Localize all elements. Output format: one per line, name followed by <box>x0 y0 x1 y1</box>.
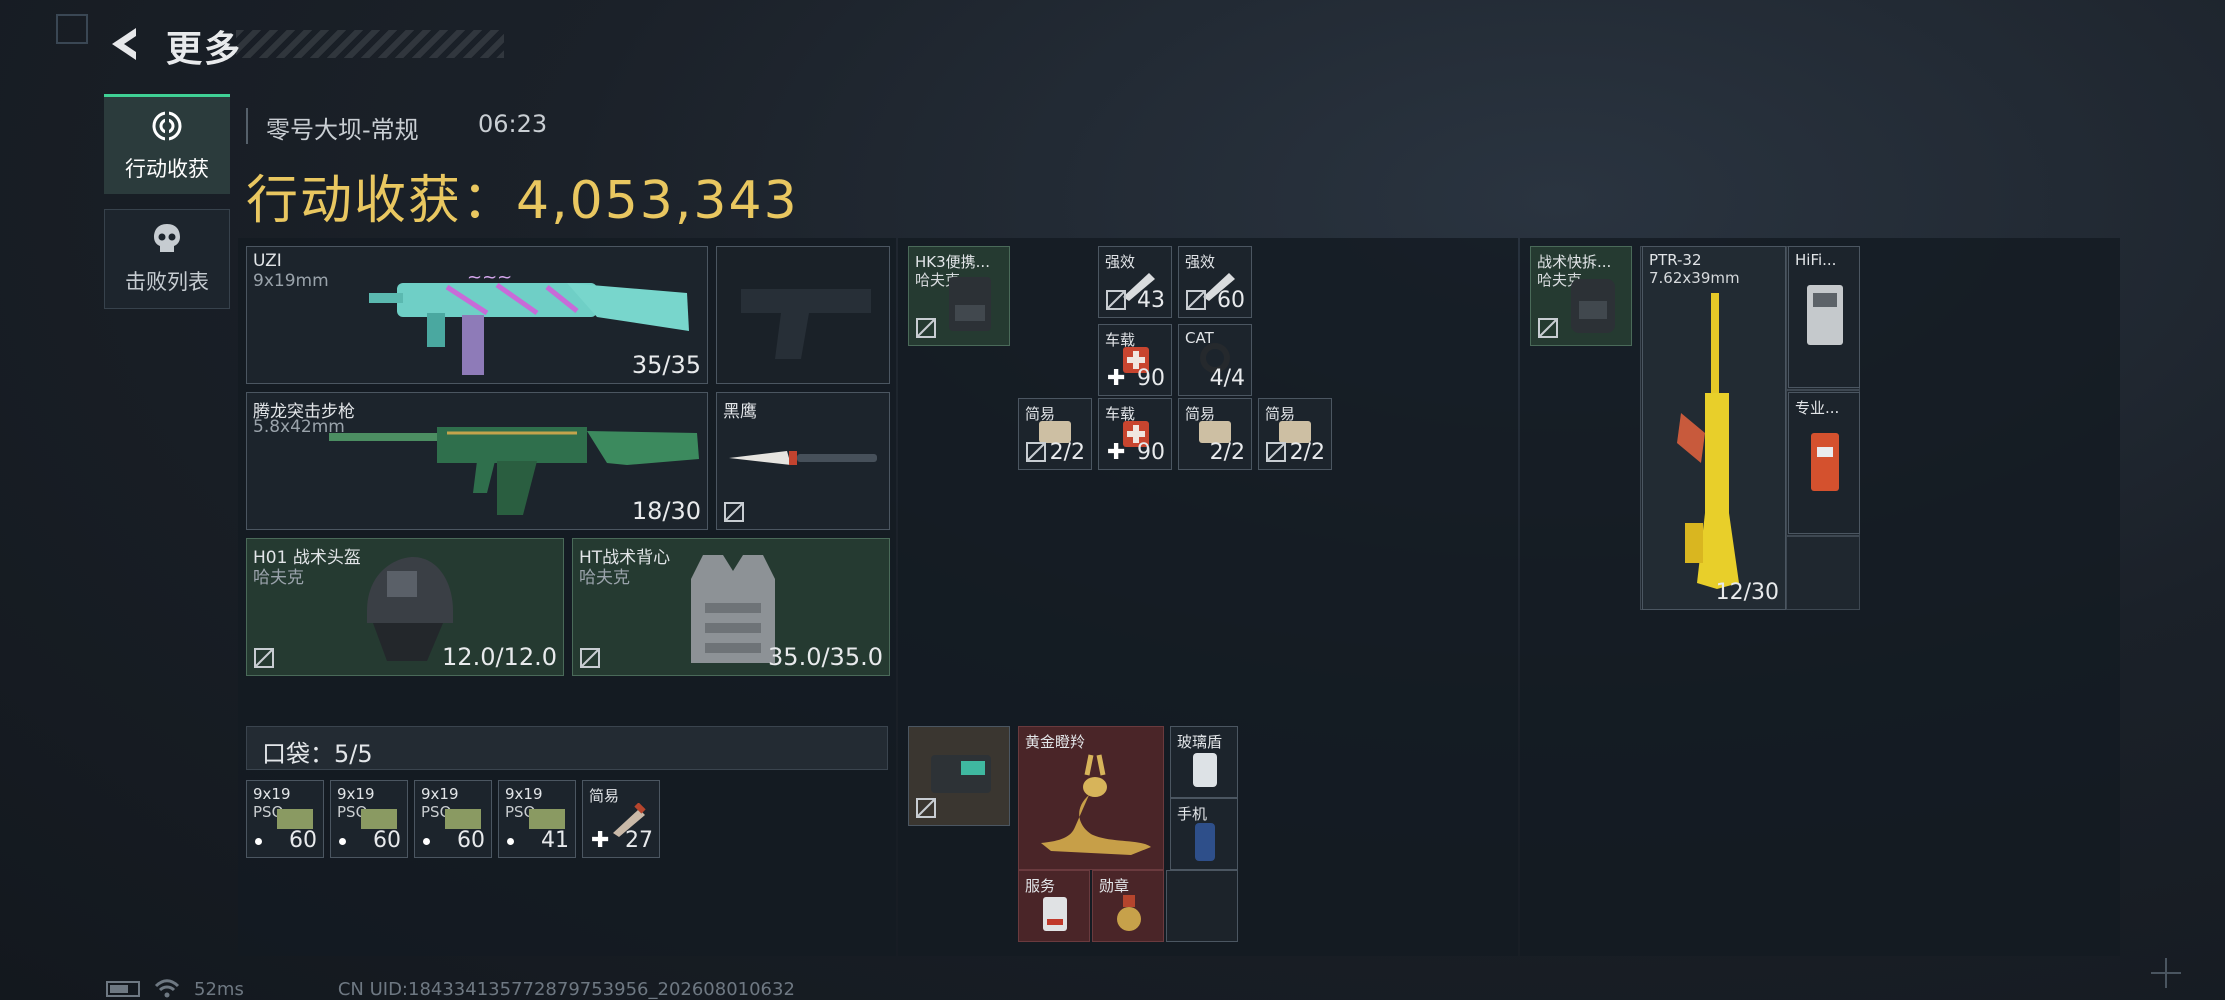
loot-value-title: 行动收获：4,053,343 <box>246 171 799 231</box>
user-uid: CN UID:184334135772879753956_20260801063… <box>337 978 795 1000</box>
helmet-brand: 哈夫克 <box>253 568 304 588</box>
non-droppable-icon <box>916 318 936 338</box>
pocket-item[interactable]: 9x19 PSO 41 <box>498 780 576 858</box>
pocket-item[interactable]: 9x19 PSO 60 <box>246 780 324 858</box>
armor-brand: 哈夫克 <box>579 568 630 588</box>
safe-box-slot[interactable] <box>908 726 1010 826</box>
safe-item-gold-gazelle[interactable]: 黄金瞪羚 <box>1018 726 1164 870</box>
helmet-durability: 12.0/12.0 <box>442 643 557 671</box>
non-droppable-icon <box>724 502 744 522</box>
wifi-icon <box>154 979 180 998</box>
professional-tool-icon <box>1811 433 1839 491</box>
hifi-device-icon <box>1807 285 1843 345</box>
backpack-weapon-ptr32[interactable]: PTR-32 7.62x39mm 12/30 <box>1642 246 1786 610</box>
crosshair-icon <box>2151 958 2181 988</box>
non-droppable-icon <box>580 648 600 668</box>
ammo-dot-icon <box>423 838 430 845</box>
rig-item[interactable]: 简易 2/2 <box>1178 398 1252 470</box>
medical-plus-icon: ✚ <box>1107 440 1126 465</box>
backpack-slot[interactable]: 战术快拆... 哈夫克 <box>1530 246 1632 346</box>
raid-time: 06:23 <box>478 110 548 138</box>
rig-item[interactable]: 强效 43 <box>1098 246 1172 318</box>
pistol-slot[interactable] <box>716 246 890 384</box>
backpack-item[interactable]: 专业... <box>1788 392 1860 534</box>
tab-loot-label: 行动收获 <box>125 156 209 181</box>
non-droppable-icon <box>1186 290 1206 310</box>
non-droppable-icon <box>1538 318 1558 338</box>
ammo-dot-icon <box>507 838 514 845</box>
melee-name: 黑鹰 <box>723 402 757 422</box>
armor-slot[interactable]: HT战术背心 哈夫克 35.0/35.0 <box>572 538 890 676</box>
knife-icon <box>729 451 877 465</box>
safe-empty-slot[interactable] <box>1166 870 1238 942</box>
phone-icon <box>1195 823 1215 861</box>
target-icon <box>152 110 182 141</box>
map-name: 零号大坝-常规 <box>266 116 419 144</box>
pocket-item[interactable]: 9x19 PSO 60 <box>414 780 492 858</box>
non-droppable-icon <box>1106 290 1126 310</box>
back-arrow-icon <box>112 28 136 60</box>
ammo-dot-icon <box>339 838 346 845</box>
melee-slot[interactable]: 黑鹰 <box>716 392 890 530</box>
rig-item[interactable]: 简易 2/2 <box>1018 398 1092 470</box>
page-title: 更多 <box>166 29 243 70</box>
pocket-item[interactable]: 9x19 PSO 60 <box>330 780 408 858</box>
server-card-icon <box>1043 897 1067 931</box>
rig-item[interactable]: 车载 ✚ 90 <box>1098 324 1172 396</box>
ammo-dot-icon <box>255 838 262 845</box>
tab-loot[interactable]: 行动收获 <box>104 94 230 194</box>
medal-icon <box>1117 895 1141 931</box>
ptr32-rifle-icon <box>1677 293 1739 589</box>
non-droppable-icon <box>1266 442 1286 462</box>
safe-item[interactable]: 玻璃盾 <box>1170 726 1238 798</box>
rig-item[interactable]: 车载 ✚ 90 <box>1098 398 1172 470</box>
backpack-icon <box>1571 279 1615 333</box>
back-button[interactable] <box>104 22 144 66</box>
ping-value: 52ms <box>194 978 244 1000</box>
vest-icon <box>691 555 775 663</box>
non-droppable-icon <box>916 798 936 818</box>
medical-plus-icon: ✚ <box>591 828 610 853</box>
corner-frame-icon <box>56 14 88 44</box>
skull-icon <box>154 224 180 252</box>
safe-item[interactable]: 勋章 <box>1092 870 1164 942</box>
chest-rig-slot[interactable]: HK3便携... 哈夫克 <box>908 246 1010 346</box>
pocket-item[interactable]: 简易 ✚ 27 <box>582 780 660 858</box>
primary-weapon-2-slot[interactable]: 腾龙突击步枪 5.8x42mm 18/30 <box>246 392 708 530</box>
safe-item[interactable]: 手机 <box>1170 798 1238 870</box>
armor-durability: 35.0/35.0 <box>768 643 883 671</box>
rig-item[interactable]: 简易 2/2 <box>1258 398 1332 470</box>
tab-kills[interactable]: 击败列表 <box>104 209 230 309</box>
status-footer: 52ms CN UID:184334135772879753956_202608… <box>106 978 795 1000</box>
weapon-caliber: 9x19mm <box>253 271 329 291</box>
title-decoration <box>236 30 504 58</box>
safe-box-icon <box>931 755 991 793</box>
battery-icon <box>106 981 140 997</box>
weapon-name: UZI <box>253 251 282 271</box>
medical-plus-icon: ✚ <box>1107 366 1126 391</box>
non-droppable-icon <box>1026 442 1046 462</box>
rig-item[interactable]: CAT 4/4 <box>1178 324 1252 396</box>
pocket-label: 口袋：5/5 <box>262 740 373 768</box>
glass-icon <box>1193 753 1217 787</box>
ammo-count: 35/35 <box>631 351 701 379</box>
ammo-count: 18/30 <box>631 497 701 525</box>
tab-kills-label: 击败列表 <box>125 270 209 294</box>
backpack-item[interactable]: HiFi... <box>1788 246 1860 388</box>
gold-gazelle-icon <box>1041 754 1151 855</box>
chest-rig-icon <box>949 277 991 331</box>
svg-text:~~~: ~~~ <box>467 267 512 288</box>
divider <box>246 108 248 144</box>
rig-item[interactable]: 强效 60 <box>1178 246 1252 318</box>
safe-item[interactable]: 服务 <box>1018 870 1090 942</box>
primary-weapon-1-slot[interactable]: UZI 9x19mm ~~~ 35/35 <box>246 246 708 384</box>
pistol-silhouette-icon <box>741 289 871 359</box>
helmet-slot[interactable]: H01 战术头盔 哈夫克 12.0/12.0 <box>246 538 564 676</box>
non-droppable-icon <box>254 648 274 668</box>
backpack-grid <box>1786 536 1860 610</box>
